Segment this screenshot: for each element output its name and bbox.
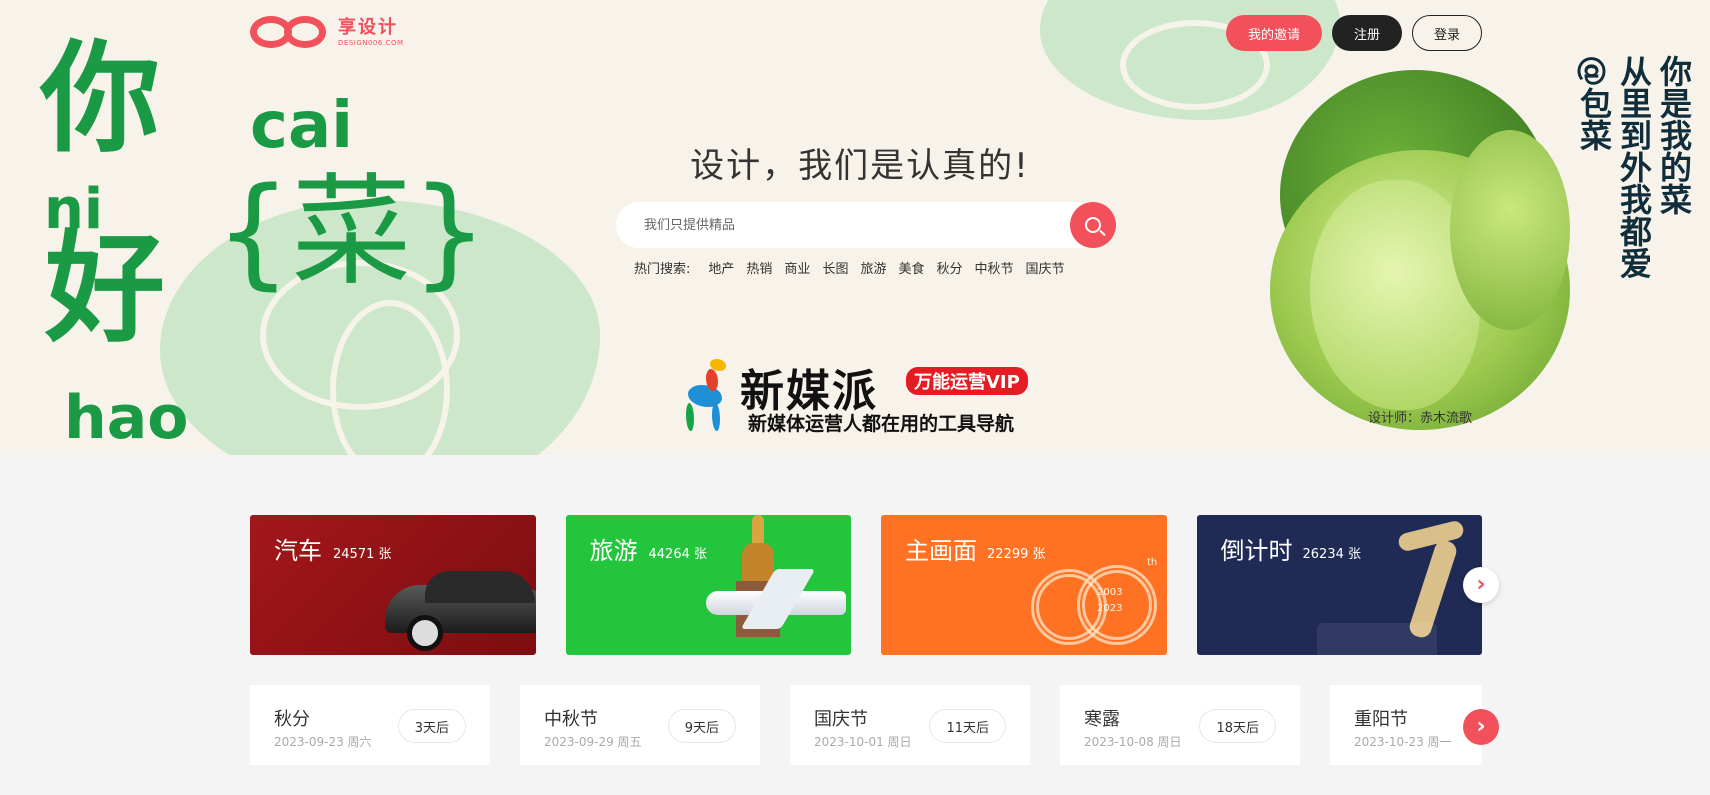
category-card[interactable]: 汽车 24571 张 xyxy=(250,515,536,655)
hot-search-label: 热门搜索: xyxy=(634,262,691,277)
airplane-image xyxy=(705,569,852,629)
festival-name: 寒露 xyxy=(1084,709,1120,730)
category-cards: 汽车 24571 张 旅游 44264 张 2003 2023 th 主画面 2… xyxy=(250,515,1482,655)
festival-card[interactable]: 中秋节 2023-09-29 周五 9天后 xyxy=(520,685,760,765)
festival-name: 重阳节 xyxy=(1354,709,1408,730)
search-input[interactable] xyxy=(644,202,1044,248)
category-count: 26234 张 xyxy=(1302,547,1362,562)
festival-name: 国庆节 xyxy=(814,709,868,730)
festival-date: 2023-09-29 周五 xyxy=(544,735,642,749)
festival-next-button[interactable]: › xyxy=(1463,709,1499,745)
art-char-ni: 你 xyxy=(40,30,160,169)
promo-vip-badge: 万能运营VIP xyxy=(906,367,1028,395)
category-card[interactable]: 2003 2023 th 主画面 22299 张 xyxy=(881,515,1167,655)
deer-logo-icon xyxy=(680,359,736,431)
art-char-hao: 好 xyxy=(45,220,165,359)
vertical-text-line: 你是我的菜 xyxy=(1655,55,1693,215)
festival-card[interactable]: 国庆节 2023-10-01 周日 11天后 xyxy=(790,685,1030,765)
festival-date: 2023-10-23 周一 xyxy=(1354,735,1452,749)
hot-keyword[interactable]: 地产 xyxy=(708,258,734,277)
category-name: 汽车 xyxy=(274,537,322,565)
festival-name: 秋分 xyxy=(274,709,310,730)
hero-banner: 享设计 DESIGN006.COM 我的邀请 注册 登录 你 ni 好 hao … xyxy=(0,0,1710,455)
my-invite-button[interactable]: 我的邀请 xyxy=(1226,15,1322,51)
festival-days-badge: 18天后 xyxy=(1199,709,1276,743)
festival-card[interactable]: 寒露 2023-10-08 周日 18天后 xyxy=(1060,685,1300,765)
car-image xyxy=(385,567,536,651)
category-card[interactable]: 旅游 44264 张 xyxy=(565,515,852,655)
festival-card[interactable]: 重阳节 2023-10-23 周一 xyxy=(1330,685,1482,765)
category-name: 主画面 xyxy=(905,537,977,565)
hot-searches: 热门搜索: 地产 热销 商业 长图 旅游 美食 秋分 中秋节 国庆节 xyxy=(634,258,1077,277)
hot-keyword[interactable]: 国庆节 xyxy=(1026,258,1065,277)
badge-year-start: 2003 xyxy=(1097,587,1123,598)
register-button[interactable]: 注册 xyxy=(1332,15,1402,51)
chevron-right-icon: › xyxy=(1476,572,1486,597)
search-icon xyxy=(1085,217,1101,233)
search-bar xyxy=(616,202,1116,248)
category-count: 44264 张 xyxy=(648,547,708,562)
hot-keyword[interactable]: 热销 xyxy=(746,258,772,277)
festival-days-badge: 11天后 xyxy=(929,709,1006,743)
search-button[interactable] xyxy=(1070,202,1116,248)
vertical-text-line: 从里到外我都爱 xyxy=(1615,55,1653,279)
anniversary-badge: 2003 2023 th xyxy=(1031,557,1161,647)
category-next-button[interactable]: › xyxy=(1463,567,1499,603)
festival-card[interactable]: 秋分 2023-09-23 周六 3天后 xyxy=(250,685,490,765)
festival-countdown-list: 秋分 2023-09-23 周六 3天后 中秋节 2023-09-29 周五 9… xyxy=(250,685,1482,765)
festival-date: 2023-09-23 周六 xyxy=(274,735,372,749)
hot-keyword[interactable]: 中秋节 xyxy=(975,258,1014,277)
designer-credit: 设计师：赤木流歌 xyxy=(1368,411,1473,426)
hot-keyword[interactable]: 秋分 xyxy=(936,258,962,277)
promo-subtitle: 新媒体运营人都在用的工具导航 xyxy=(748,413,1015,435)
hot-keyword[interactable]: 商业 xyxy=(784,258,810,277)
hero-art-text: 你 ni 好 hao cai {菜} xyxy=(40,30,488,453)
art-pinyin-hao: hao xyxy=(64,383,189,453)
promo-banner[interactable]: 新媒派 万能运营VIP 新媒体运营人都在用的工具导航 xyxy=(680,355,1040,435)
festival-days-badge: 3天后 xyxy=(397,709,466,743)
art-char-cai: {菜} xyxy=(215,163,488,302)
badge-suffix: th xyxy=(1147,557,1158,568)
vertical-text-line: @包菜 xyxy=(1575,55,1613,151)
category-name: 旅游 xyxy=(589,537,638,565)
chevron-right-icon: › xyxy=(1476,714,1486,739)
hero-slogan: 设计，我们是认真的! xyxy=(690,146,1030,186)
category-count: 22299 张 xyxy=(987,547,1046,562)
festival-days-badge: 9天后 xyxy=(667,709,736,743)
badge-year-end: 2023 xyxy=(1097,603,1123,614)
category-card[interactable]: 倒计时 26234 张 xyxy=(1196,515,1482,655)
festival-date: 2023-10-08 周日 xyxy=(1084,735,1182,749)
festival-name: 中秋节 xyxy=(544,709,598,730)
art-pinyin-cai: cai xyxy=(250,89,354,163)
logo-text: 享设计 xyxy=(338,17,398,38)
palace-silhouette xyxy=(1316,623,1437,655)
cabbage-image xyxy=(1270,60,1600,430)
top-actions: 我的邀请 注册 登录 xyxy=(1226,15,1482,51)
category-name: 倒计时 xyxy=(1220,537,1293,565)
hot-keyword[interactable]: 长图 xyxy=(822,258,848,277)
hot-keyword[interactable]: 美食 xyxy=(898,258,924,277)
hot-keyword[interactable]: 旅游 xyxy=(860,258,886,277)
login-button[interactable]: 登录 xyxy=(1412,15,1482,51)
festival-date: 2023-10-01 周日 xyxy=(814,735,912,749)
category-count: 24571 张 xyxy=(333,547,392,562)
